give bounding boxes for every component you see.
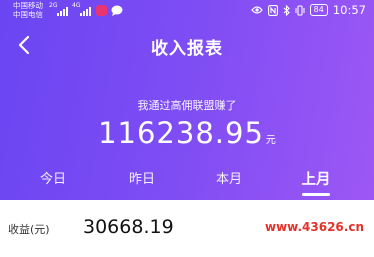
- carrier-1: 中国移动: [13, 1, 43, 10]
- status-bar: 中国移动 中国电信 2G 4G 84 10:57: [0, 0, 374, 22]
- earnings-subtitle: 我通过高佣联盟赚了: [137, 99, 237, 112]
- tab-last-month-label: 上月: [301, 172, 331, 188]
- signal-icon: [80, 6, 91, 16]
- total-amount-value: 116238.95: [98, 116, 264, 150]
- nfc-icon: [267, 4, 278, 16]
- tab-last-month[interactable]: 上月: [286, 168, 346, 196]
- tab-yesterday[interactable]: 昨日: [112, 168, 172, 187]
- status-time: 10:57: [332, 3, 366, 17]
- header-banner: 中国移动 中国电信 2G 4G 84 10:57 收入报表 我通过高佣联盟赚了 …: [0, 0, 374, 200]
- chat-icon: [111, 5, 123, 16]
- app-notification-icon: [96, 5, 107, 16]
- eye-icon: [250, 6, 263, 14]
- battery-icon: 84: [309, 4, 328, 16]
- bluetooth-icon: [283, 4, 290, 16]
- earnings-label: 收益(元): [8, 223, 50, 236]
- carrier-2: 中国电信: [13, 10, 43, 19]
- signal-icon: [57, 6, 68, 16]
- page-title: 收入报表: [151, 39, 223, 59]
- total-amount: 116238.95 元: [0, 116, 374, 150]
- active-tab-indicator: [302, 193, 330, 196]
- tab-today[interactable]: 今日: [23, 168, 83, 187]
- tab-this-month[interactable]: 本月: [199, 168, 259, 187]
- watermark-text: www.43626.cn: [264, 220, 364, 234]
- status-icons: 84 10:57: [250, 2, 374, 18]
- vibrate-icon: [295, 4, 305, 16]
- earnings-row: 收益(元) 30668.19 www.43626.cn: [0, 200, 374, 257]
- total-amount-unit: 元: [265, 135, 276, 146]
- earnings-value: 30668.19: [83, 216, 174, 238]
- period-tabs: 今日 昨日 本月 上月: [0, 168, 374, 200]
- carrier-info: 中国移动 中国电信: [13, 1, 43, 19]
